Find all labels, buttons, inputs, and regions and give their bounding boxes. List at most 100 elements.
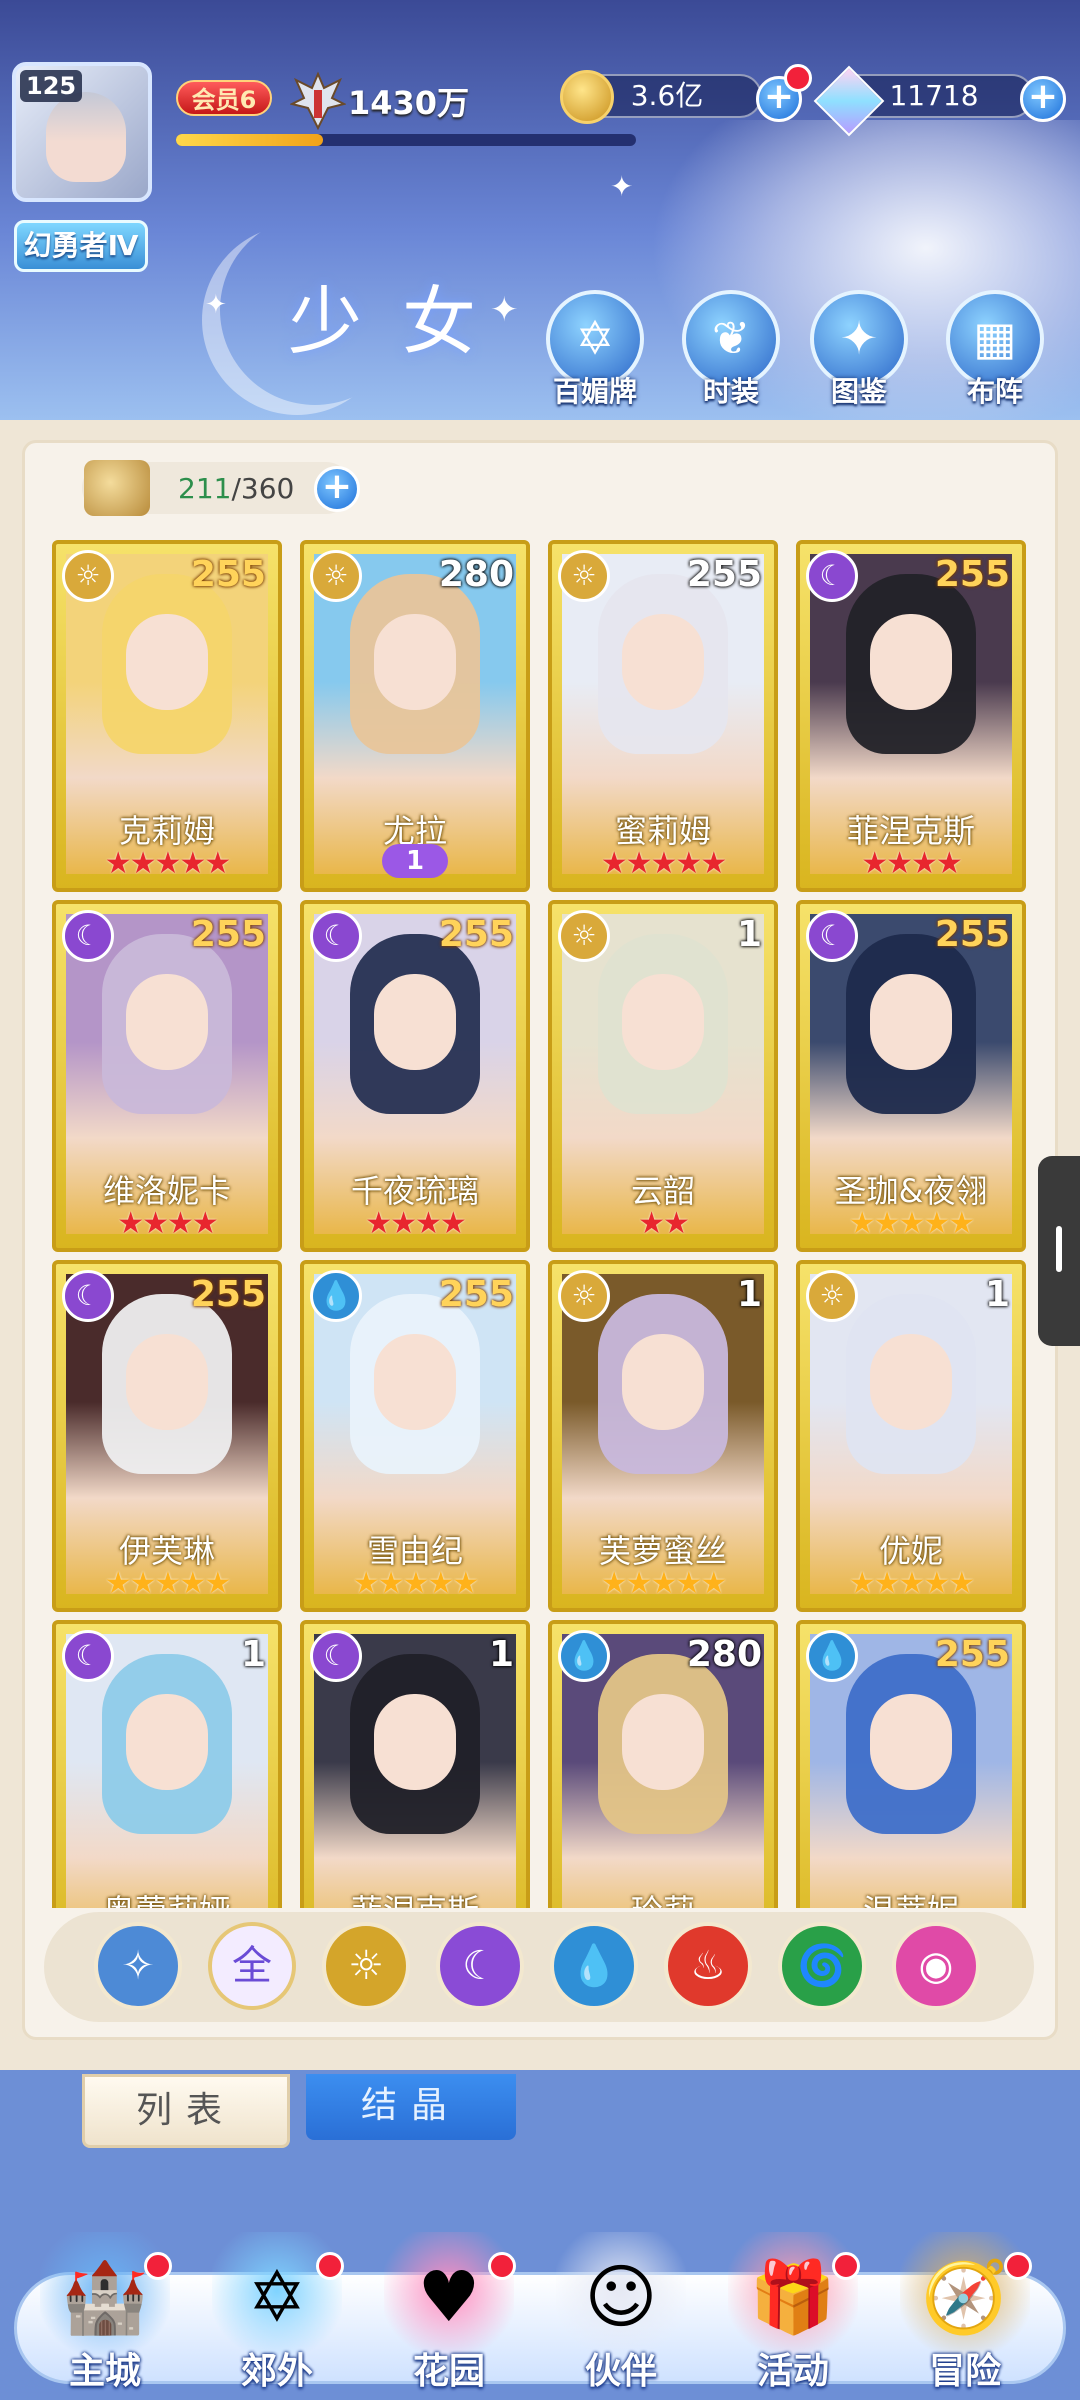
element-moon-icon: ☾ [310,1630,362,1682]
menu-button-0[interactable]: ✡ 百媚牌 [540,290,650,410]
player-level: 125 [20,70,83,102]
nav-2[interactable]: ♥ 花园 [374,2232,524,2394]
element-light-icon: ☼ [558,910,610,962]
page-title: 少女 [288,279,516,365]
character-card[interactable]: ☾ 255 菲涅克斯 ★★★★ [796,540,1026,892]
star-rating: ★★★★★ [104,1566,231,1601]
character-level: 255 [190,554,266,595]
nav-0[interactable]: 🏰 主城 [30,2232,180,2394]
star-rating: ★★★★ [365,1206,467,1241]
nav-1[interactable]: ✡ 郊外 [202,2232,352,2394]
filter-toggle-button[interactable]: ✧ [94,1922,182,2010]
character-card[interactable]: ☾ 255 圣珈&夜翎 ★★★★★ [796,900,1026,1252]
character-card[interactable]: ☾ 255 千夜琉璃 ★★★★ [300,900,530,1252]
character-card[interactable]: ☼ 255 蜜莉姆 ★★★★★ [548,540,778,892]
filter-light-button[interactable]: ☼ [322,1922,410,2010]
vip-badge[interactable]: 会员6 [176,80,272,116]
character-card[interactable]: 💧 255 温蒂妮 [796,1620,1026,1908]
element-water-icon: 💧 [806,1630,858,1682]
character-face [126,1334,208,1430]
character-card[interactable]: 💧 255 雪由纪 ★★★★★ [300,1260,530,1612]
filter-moon-button[interactable]: ☾ [436,1922,524,2010]
character-level: 280 [438,554,514,595]
character-card[interactable]: ☼ 1 云韶 ★★ [548,900,778,1252]
wind-element-icon: 🌀 [797,1943,847,1989]
element-light-icon: ☼ [310,550,362,602]
tab-crystal[interactable]: 结晶 [306,2074,516,2140]
capacity-text: 211/360 [178,472,294,505]
nav-label: 主城 [68,2351,141,2392]
gold-amount: 3.6亿 [630,79,704,112]
notification-dot [1004,2252,1032,2280]
character-card[interactable]: ☾ 1 奥蕾莉娅 [52,1620,282,1908]
filter-wind-button[interactable]: 🌀 [778,1922,866,2010]
nav-label: 伙伴 [584,2351,657,2392]
filter-water-button[interactable]: 💧 [550,1922,638,2010]
player-title-badge[interactable]: 幻勇者Ⅳ [14,220,148,272]
character-grid[interactable]: ☼ 255 克莉姆 ★★★★★ ☼ 280 尤拉 1 ☼ 255 蜜莉姆 ★★★… [52,540,1032,1908]
tab-list[interactable]: 列表 [82,2074,290,2148]
menu-button-label: 百媚牌 [552,375,637,408]
nav-4[interactable]: 🎁 活动 [718,2232,868,2394]
notification-dot [316,2252,344,2280]
character-card[interactable]: ☼ 1 芙萝蜜丝 ★★★★★ [548,1260,778,1612]
element-light-icon: ☼ [806,1270,858,1322]
star-rating: ★★★★★ [104,846,231,881]
element-light-icon: ☼ [558,1270,610,1322]
capacity-current: 211 [178,472,232,505]
character-level: 255 [190,914,266,955]
character-level: 255 [934,914,1010,955]
filter-dark-button[interactable]: ◉ [892,1922,980,2010]
character-card[interactable]: ☾ 255 伊芙琳 ★★★★★ [52,1260,282,1612]
menu-button-label: 布阵 [966,375,1023,408]
character-card[interactable]: ☼ 1 优妮 ★★★★★ [796,1260,1026,1612]
element-light-icon: ☼ [558,550,610,602]
character-face [622,1334,704,1430]
element-moon-icon: ☾ [62,1630,114,1682]
element-moon-icon: ☾ [62,910,114,962]
menu-button-1[interactable]: ❦ 时装 [676,290,786,410]
character-level: 1 [488,1634,514,1675]
character-level: 280 [686,1634,762,1675]
nav-label: 郊外 [240,2351,313,2392]
character-face [374,1694,456,1790]
fire-element-icon: ♨ [690,1943,726,1989]
notification-dot [832,2252,860,2280]
element-water-icon: 💧 [310,1270,362,1322]
exp-bar [176,134,636,146]
character-name: 温蒂妮 [800,1886,1022,1908]
sparkle-icon: ✦ [610,170,634,203]
character-card[interactable]: 💧 280 玲莉 [548,1620,778,1908]
character-card[interactable]: ☾ 255 维洛妮卡 ★★★★ [52,900,282,1252]
capacity-separator: / [231,472,241,505]
character-card[interactable]: ☼ 255 克莉姆 ★★★★★ [52,540,282,892]
water-element-icon: 💧 [569,1943,619,1989]
side-drawer-handle[interactable] [1038,1156,1080,1346]
player-avatar[interactable]: 125 [12,62,152,202]
character-card[interactable]: ☼ 280 尤拉 1 [300,540,530,892]
filter-fire-button[interactable]: ♨ [664,1922,752,2010]
add-gems-button[interactable]: + [1020,76,1066,122]
power-wings-icon [290,71,346,130]
character-level: 1 [736,914,762,955]
menu-button-3[interactable]: ▦ 布阵 [940,290,1050,410]
toggle-element-icon: ✧ [121,1943,155,1989]
star-rating: ★★ [638,1206,690,1241]
menu-button-2[interactable]: ✦ 图鉴 [804,290,914,410]
combat-power: 1430万 [348,84,470,122]
capacity-box-icon [84,460,150,516]
menu-button-label: 时装 [702,375,759,408]
filter-all-button[interactable]: 全 [208,1922,296,2010]
gem-amount: 11718 [889,79,979,112]
nav-3[interactable]: ☺ 伙伴 [546,2232,696,2394]
character-level: 255 [438,914,514,955]
character-card[interactable]: ☾ 1 菲涅克斯 [300,1620,530,1908]
exp-bar-fill [176,134,324,146]
gold-coin-icon [560,70,614,124]
expand-capacity-button[interactable]: + [314,466,360,512]
character-face [374,1334,456,1430]
moon-element-icon: ☾ [462,1943,498,1989]
nav-5[interactable]: 🧭 冒险 [890,2232,1040,2394]
dark-element-icon: ◉ [918,1943,954,1989]
notification-dot [784,64,812,92]
